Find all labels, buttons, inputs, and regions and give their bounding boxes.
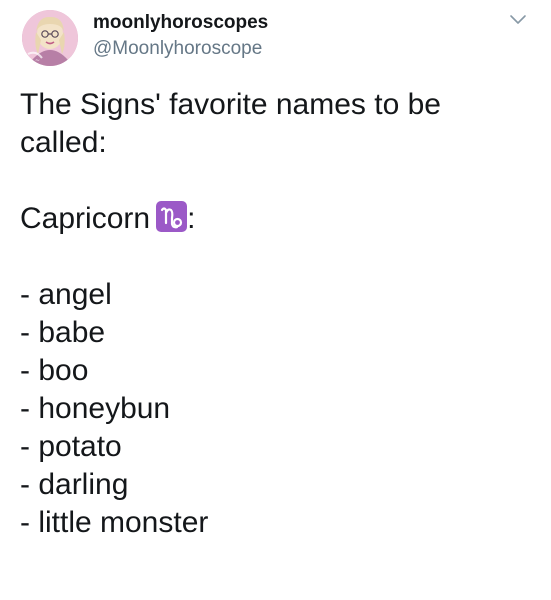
list-item: - boo xyxy=(20,354,89,387)
avatar-girl-pink-icon: ~ xyxy=(22,10,78,66)
tweet-header: ~ moonlyhoroscopes @Moonlyhoroscope xyxy=(20,6,530,72)
chevron-down-icon[interactable] xyxy=(508,12,528,26)
capricorn-zodiac-icon xyxy=(156,201,188,232)
sign-suffix: : xyxy=(187,202,196,235)
tweet-intro-line-1: The Signs' favorite names to be xyxy=(20,88,441,121)
sign-heading: Capricorn: xyxy=(20,200,540,238)
tweet-intro-line-2: called: xyxy=(20,126,107,159)
user-info: moonlyhoroscopes @Moonlyhoroscope xyxy=(93,11,268,61)
tweet-body: The Signs' favorite names to be called: … xyxy=(20,86,540,542)
list-item: - darling xyxy=(20,468,129,501)
sign-name: Capricorn xyxy=(20,202,151,235)
list-item: - little monster xyxy=(20,506,209,539)
avatar[interactable]: ~ xyxy=(22,10,78,66)
list-item: - babe xyxy=(20,316,106,349)
list-item: - honeybun xyxy=(20,392,171,425)
tweet: ~ moonlyhoroscopes @Moonlyhoroscope The … xyxy=(0,0,551,600)
list-item: - angel xyxy=(20,278,112,311)
user-handle[interactable]: @Moonlyhoroscope xyxy=(93,37,268,61)
display-name[interactable]: moonlyhoroscopes xyxy=(93,11,268,35)
list-item: - potato xyxy=(20,430,122,463)
svg-text:~: ~ xyxy=(35,57,40,64)
